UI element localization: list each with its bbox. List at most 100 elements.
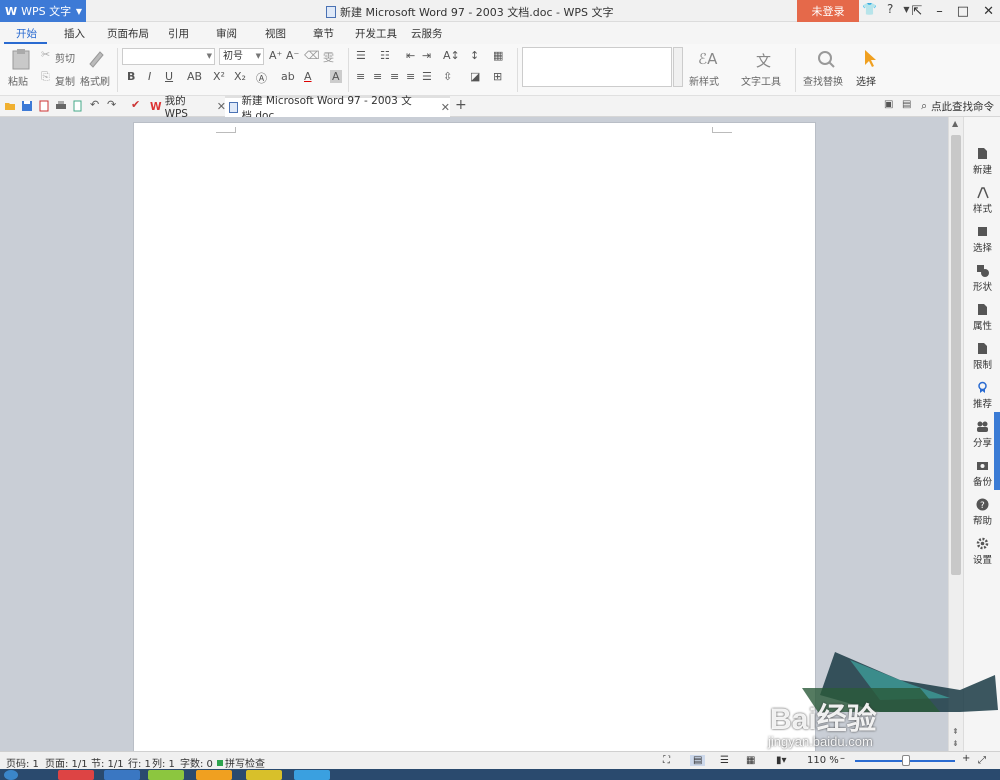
align-right-icon[interactable]: ≡ <box>390 70 399 83</box>
panel-shape[interactable]: 形状 <box>964 264 1000 293</box>
find-replace-button[interactable]: 查找替换 <box>803 73 843 88</box>
style-gallery-scroll[interactable] <box>673 47 683 87</box>
tab-view[interactable]: 视图 <box>265 26 286 41</box>
start-button[interactable] <box>4 770 18 780</box>
strikethrough-icon[interactable]: AB <box>187 70 202 83</box>
distributed-icon[interactable]: ☰ <box>422 70 432 83</box>
scrollbar-thumb[interactable] <box>951 135 961 575</box>
panel-recommend[interactable]: 推荐 <box>964 381 1000 410</box>
tab-references[interactable]: 引用 <box>168 26 189 41</box>
status-word-count[interactable]: 字数: 0 <box>180 755 213 770</box>
text-effect-icon[interactable]: Ⓐ <box>256 70 267 86</box>
paste-button[interactable]: 粘贴 <box>8 73 28 88</box>
reading-mode-icon[interactable]: ▮▾ <box>776 755 787 766</box>
tab-home[interactable]: 开始 <box>16 26 37 41</box>
document-page[interactable] <box>133 122 816 751</box>
decrease-indent-icon[interactable]: ⇤ <box>406 49 415 62</box>
window-list-icon[interactable]: ▤ <box>902 99 911 110</box>
close-icon[interactable]: ✕ <box>441 101 450 114</box>
fit-page-icon[interactable]: ⤢ <box>978 755 986 766</box>
help-icon[interactable]: ? <box>887 2 893 16</box>
sort-icon[interactable]: ↕ <box>470 49 479 62</box>
maximize-button[interactable]: □ <box>957 4 969 19</box>
align-left-icon[interactable]: ≡ <box>356 70 365 83</box>
italic-icon[interactable]: I <box>148 70 151 83</box>
superscript-icon[interactable]: X² <box>213 70 225 83</box>
undo-icon[interactable]: ↶ <box>90 98 99 111</box>
login-button[interactable]: 未登录 <box>797 0 859 22</box>
taskbar-app-1[interactable] <box>58 770 94 780</box>
cut-button[interactable]: 剪切 <box>55 50 75 65</box>
text-tools-button[interactable]: 文字工具 <box>741 73 781 88</box>
minimize-button[interactable]: – <box>936 4 943 19</box>
taskbar-app-5[interactable] <box>246 770 282 780</box>
tab-developer[interactable]: 开发工具 <box>355 26 397 41</box>
restore-ribbon-icon[interactable]: ⇱ <box>911 4 922 19</box>
tab-cloud[interactable]: 云服务 <box>411 26 443 41</box>
copy-button[interactable]: 复制 <box>55 73 75 88</box>
taskbar-app-3[interactable] <box>148 770 184 780</box>
panel-settings[interactable]: 设置 <box>964 537 1000 566</box>
font-size-combo[interactable]: 初号 ▼ <box>219 48 264 65</box>
align-center-icon[interactable]: ≡ <box>373 70 382 83</box>
font-color-icon[interactable]: A <box>304 70 312 83</box>
full-screen-view-icon[interactable]: ⛶ <box>663 755 670 766</box>
find-command-box[interactable]: ⌕ 点此查找命令 <box>921 99 994 114</box>
phonetic-icon[interactable]: 雯 <box>323 49 334 65</box>
format-painter-button[interactable]: 格式刷 <box>80 73 110 88</box>
bold-icon[interactable]: B <box>127 70 135 83</box>
panel-style[interactable]: 样式 <box>964 186 1000 215</box>
shading-icon[interactable]: ◪ <box>470 70 480 83</box>
zoom-out-button[interactable]: – <box>840 753 845 764</box>
zoom-slider-thumb[interactable] <box>902 755 910 766</box>
numbered-list-icon[interactable]: ☷ <box>380 49 390 62</box>
tab-chapter[interactable]: 章节 <box>313 26 334 41</box>
new-style-button[interactable]: 新样式 <box>689 73 719 88</box>
tab-review[interactable]: 审阅 <box>216 26 237 41</box>
redo-icon[interactable]: ↷ <box>107 98 116 111</box>
bullet-list-icon[interactable]: ☰ <box>356 49 366 62</box>
clear-format-icon[interactable]: ⌫ <box>304 49 320 62</box>
spell-check-toggle[interactable]: 拼写检查 <box>217 755 265 770</box>
panel-properties[interactable]: 属性 <box>964 303 1000 332</box>
skin-icon[interactable]: 👕 <box>862 2 877 16</box>
zoom-level[interactable]: 110 % <box>807 755 839 766</box>
panel-restrict[interactable]: 限制 <box>964 342 1000 371</box>
close-button[interactable]: ✕ <box>983 4 994 19</box>
zoom-in-button[interactable]: + <box>962 753 970 764</box>
shrink-font-icon[interactable]: A⁻ <box>286 49 299 62</box>
panel-collapse-handle[interactable] <box>994 412 1000 490</box>
tab-page-layout[interactable]: 页面布局 <box>107 26 149 41</box>
format-painter-icon[interactable] <box>86 48 106 70</box>
outline-view-icon[interactable]: ☰ <box>720 755 729 766</box>
increase-indent-icon[interactable]: ⇥ <box>422 49 431 62</box>
new-tab-plus-icon[interactable]: + <box>455 97 467 113</box>
open-folder-icon[interactable] <box>4 100 16 112</box>
save-icon[interactable] <box>21 100 33 112</box>
export-pdf-icon[interactable] <box>38 100 50 112</box>
subscript-icon[interactable]: X₂ <box>234 70 246 83</box>
underline-icon[interactable]: U <box>165 70 173 83</box>
grow-font-icon[interactable]: A⁺ <box>269 49 282 62</box>
web-view-icon[interactable]: ▦ <box>746 755 755 766</box>
panel-help[interactable]: ? 帮助 <box>964 498 1000 527</box>
panel-select[interactable]: 选择 <box>964 225 1000 254</box>
paste-icon[interactable] <box>10 48 32 70</box>
taskbar-app-2[interactable] <box>104 770 140 780</box>
print-icon[interactable] <box>55 100 67 112</box>
customize-quick-access-icon[interactable]: ✔ <box>131 98 140 111</box>
char-shading-icon[interactable]: A <box>330 70 342 83</box>
scroll-up-icon[interactable]: ▲ <box>952 119 958 128</box>
table-icon[interactable]: ▦ <box>493 49 503 62</box>
tab-document[interactable]: 新建 Microsoft Word 97 - 2003 文档.doc ✕ <box>225 95 450 122</box>
tab-my-wps[interactable]: W 我的WPS ✕ <box>146 95 226 120</box>
line-spacing-icon[interactable]: ⇳ <box>443 70 452 83</box>
page-view-icon[interactable]: ▤ <box>690 755 706 766</box>
chevron-down-icon[interactable]: ▼ <box>903 5 909 14</box>
style-gallery[interactable] <box>522 47 672 87</box>
font-name-combo[interactable]: ▼ <box>122 48 215 65</box>
borders-icon[interactable]: ⊞ <box>493 70 502 83</box>
panel-new[interactable]: 新建 <box>964 147 1000 176</box>
taskbar-app-4[interactable] <box>196 770 232 780</box>
print-preview-icon[interactable] <box>72 100 84 112</box>
